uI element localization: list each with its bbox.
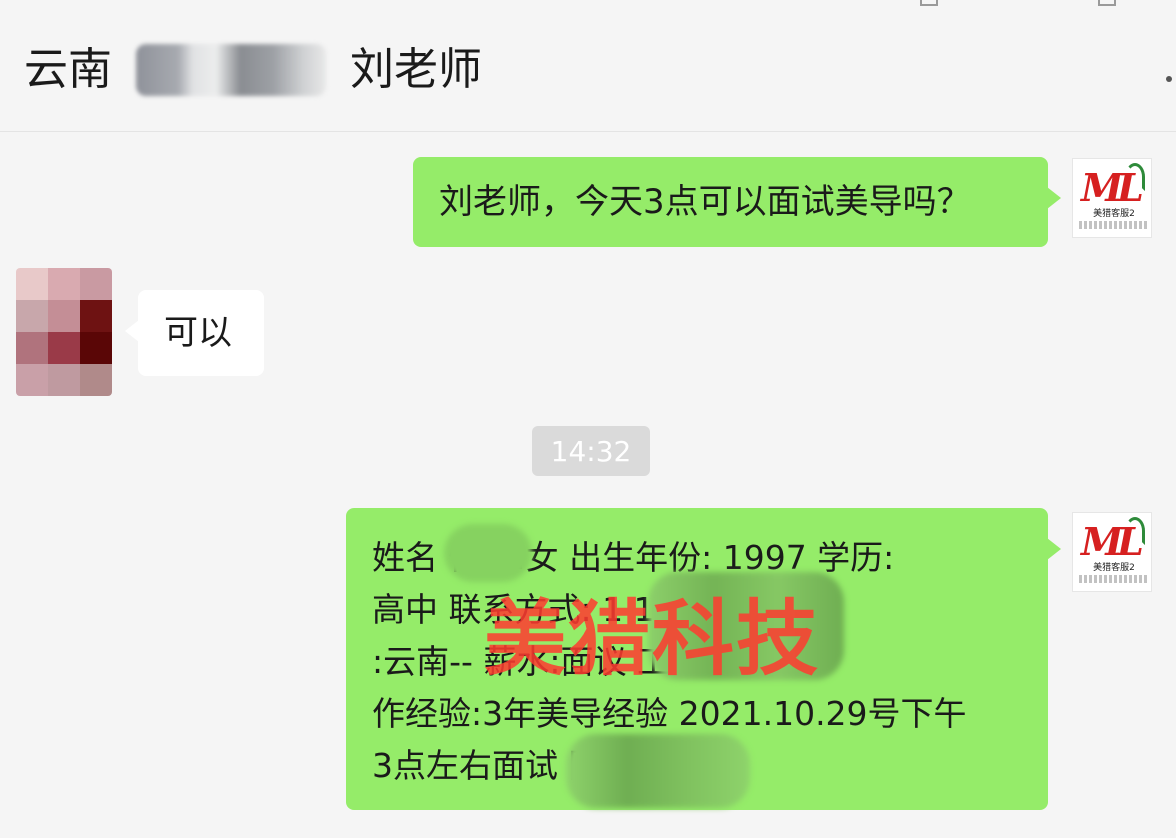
message-bubble-mine[interactable]: 刘老师，今天3点可以面试美导吗？ xyxy=(413,157,1061,247)
brand-caption: 美猎客服2 xyxy=(1093,563,1135,573)
message-bubble-theirs[interactable]: 可以 xyxy=(125,290,264,376)
brand-caption: 美猎客服2 xyxy=(1093,209,1135,219)
watermark-text: 美猎科技 xyxy=(484,592,821,687)
my-avatar[interactable]: ML 美猎客服2 xyxy=(1072,158,1152,238)
message-line: 作经验:3年美导经验 2021.10.29号下午 xyxy=(372,694,967,733)
chat-header: 云南 刘老师 xyxy=(0,0,1176,132)
redaction-smudge xyxy=(444,524,532,582)
more-options-icon[interactable] xyxy=(1166,76,1172,82)
redaction-smudge xyxy=(566,734,750,808)
pin-icon[interactable] xyxy=(920,0,938,6)
chat-title: 云南 刘老师 xyxy=(24,40,482,100)
chat-title-location: 云南 xyxy=(24,44,112,95)
message-text: 刘老师，今天3点可以面试美导吗？ xyxy=(439,182,971,222)
my-avatar[interactable]: ML 美猎客服2 xyxy=(1072,512,1152,592)
chat-title-contact: 刘老师 xyxy=(350,44,482,95)
contact-avatar[interactable] xyxy=(16,268,112,396)
window-restore-icon[interactable] xyxy=(1098,0,1116,6)
redacted-name xyxy=(136,44,326,96)
time-divider: 14:32 xyxy=(532,426,650,476)
message-text: 可以 xyxy=(164,313,232,353)
